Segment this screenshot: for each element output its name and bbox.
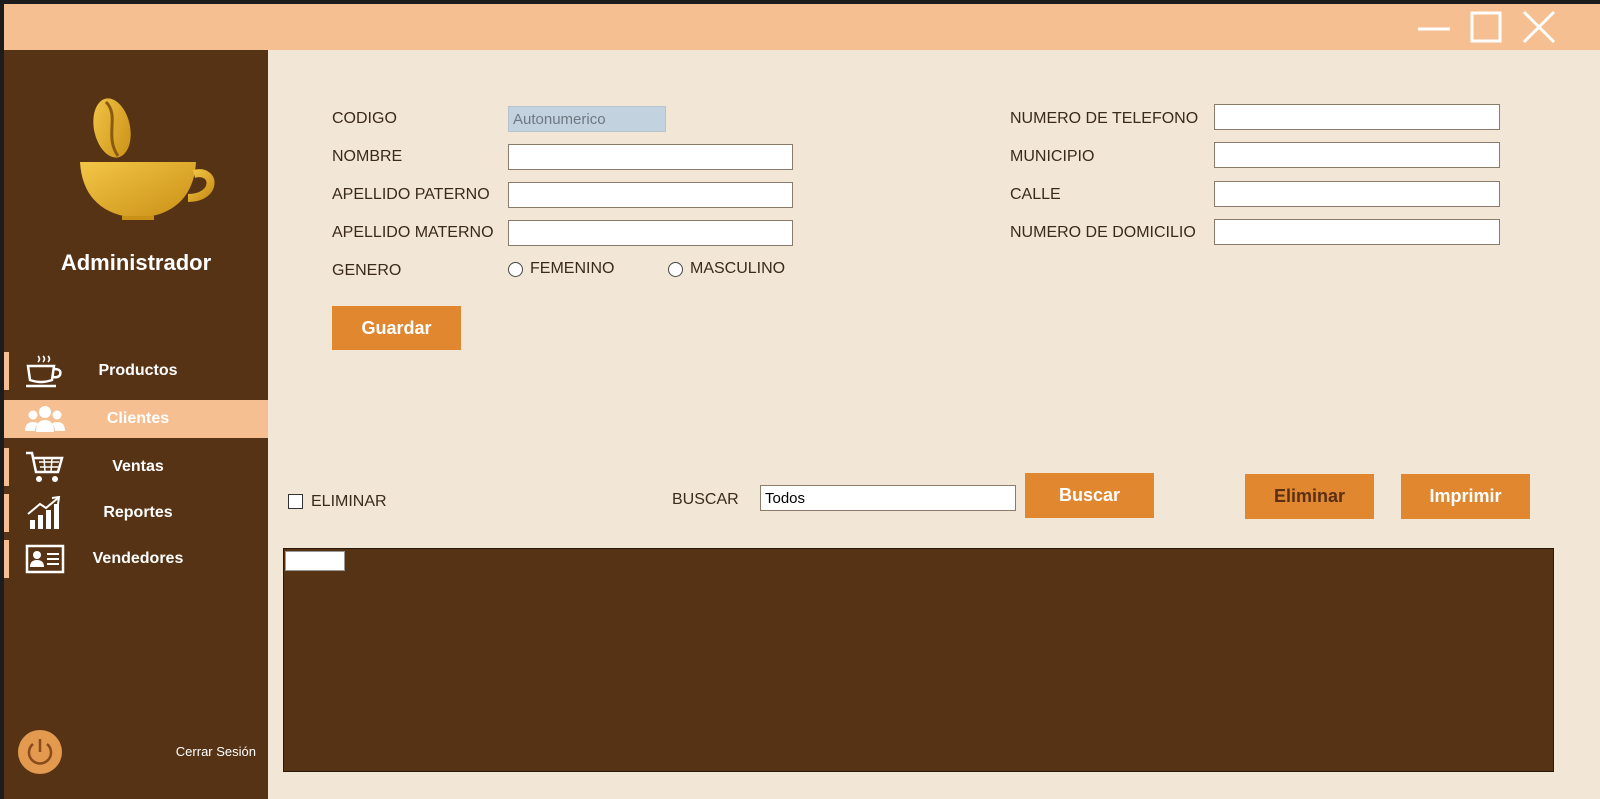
sidebar-item-vendedores[interactable]: Vendedores [4,540,268,578]
apellido-materno-field[interactable] [508,220,793,246]
nav-accent [4,448,9,486]
domicilio-label: NUMERO DE DOMICILIO [1010,224,1196,241]
clients-table[interactable] [283,548,1554,772]
codigo-field [508,106,666,132]
telefono-label: NUMERO DE TELEFONO [1010,110,1199,127]
buscar-label: BUSCAR [672,491,739,508]
femenino-radio-label: FEMENINO [530,260,615,277]
sidebar-item-clientes[interactable]: Clientes [4,400,268,438]
radio-circle [508,262,523,277]
apellido-paterno-field[interactable] [508,182,793,208]
logout-button[interactable] [18,730,62,774]
apellido-paterno-label: APELLIDO PATERNO [332,186,490,203]
search-input[interactable] [760,485,1016,511]
minimize-icon[interactable] [1412,8,1456,46]
sidebar-item-reportes[interactable]: Reportes [4,494,268,532]
nav-accent [4,494,9,532]
sidebar-item-label: Clientes [106,410,170,427]
telefono-field[interactable] [1214,104,1500,130]
codigo-label: CODIGO [332,110,397,127]
sidebar-item-label: Reportes [103,504,173,521]
sidebar-item-label: Productos [98,362,178,379]
admin-title: Administrador [60,250,212,275]
nav-accent [4,540,9,578]
coffee-cup-icon [26,355,62,388]
sidebar-item-productos[interactable]: Productos [4,352,268,390]
masculino-radio[interactable]: MASCULINO [668,260,808,280]
print-button[interactable]: Imprimir [1401,474,1530,519]
maximize-icon[interactable] [1464,8,1508,46]
apellido-materno-label: APELLIDO MATERNO [332,224,494,241]
id-card-icon [25,544,65,574]
nombre-label: NOMBRE [332,148,403,165]
app-window: Administrador Productos Clientes Ventas … [4,4,1600,799]
bar-chart-icon [27,496,61,529]
calle-label: CALLE [1010,186,1061,203]
sidebar-item-ventas[interactable]: Ventas [4,448,268,486]
sidebar: Administrador Productos Clientes Ventas … [4,50,268,799]
close-icon[interactable] [1516,8,1560,46]
logout-label[interactable]: Cerrar Sesión [154,744,256,759]
domicilio-field[interactable] [1214,219,1500,245]
power-icon [27,739,53,765]
checkbox-box [288,494,303,509]
municipio-label: MUNICIPIO [1010,148,1095,165]
search-button[interactable]: Buscar [1025,473,1154,518]
title-bar [4,4,1600,50]
calle-field[interactable] [1214,181,1500,207]
femenino-radio[interactable]: FEMENINO [508,260,648,280]
shopping-cart-icon [26,451,64,482]
save-button[interactable]: Guardar [332,306,461,350]
nav-accent [4,352,9,390]
masculino-radio-label: MASCULINO [690,260,786,277]
municipio-field[interactable] [1214,142,1500,168]
radio-circle [668,262,683,277]
sidebar-item-label: Vendedores [92,550,184,567]
nombre-field[interactable] [508,144,793,170]
table-header-cell[interactable] [285,551,345,571]
sidebar-item-label: Ventas [112,458,164,475]
genero-label: GENERO [332,262,402,279]
delete-button[interactable]: Eliminar [1245,474,1374,519]
eliminar-checkbox-label: ELIMINAR [311,493,387,510]
coffee-logo-icon [80,98,215,220]
users-icon [25,406,65,432]
